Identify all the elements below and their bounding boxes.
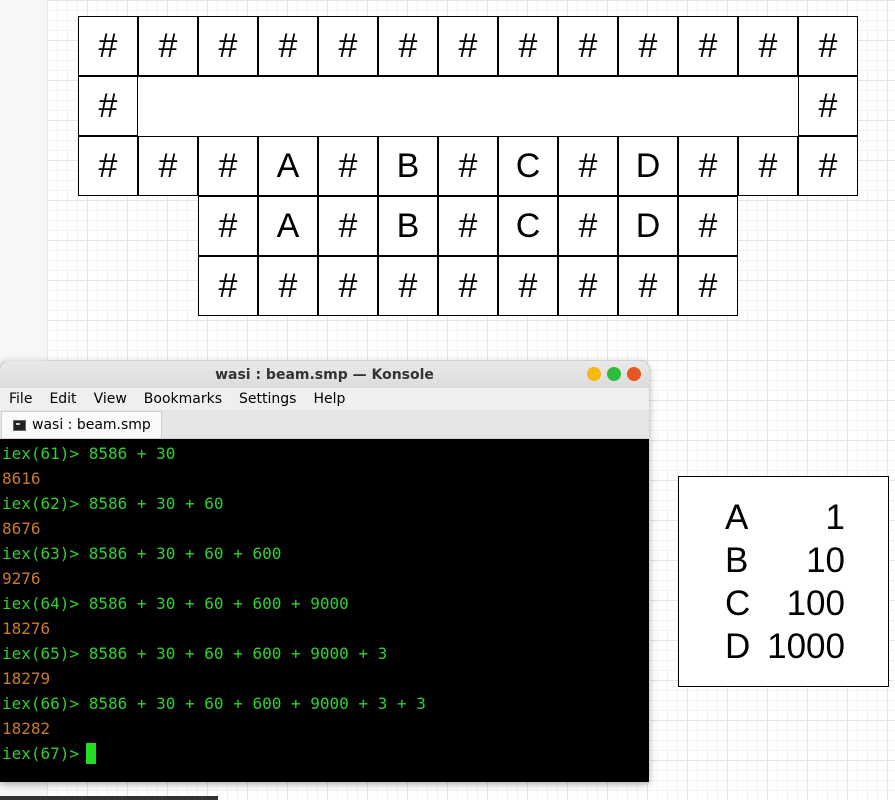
grid-cell: # [738, 16, 798, 76]
grid-cell: # [678, 136, 738, 196]
terminal-result-line: 8616 [2, 469, 41, 488]
menu-view[interactable]: View [85, 391, 135, 407]
grid-cell: # [438, 256, 498, 316]
grid-cell: # [498, 16, 558, 76]
legend-value: 1 [825, 498, 845, 537]
grid-cell: # [378, 16, 438, 76]
tab-label: wasi : beam.smp [32, 417, 151, 433]
grid-cell: # [678, 16, 738, 76]
grid-cell: # [318, 196, 378, 256]
terminal-icon [13, 419, 26, 431]
grid-cell: # [438, 136, 498, 196]
grid-cell: # [558, 256, 618, 316]
grid-cell: # [138, 16, 198, 76]
grid-cell: # [78, 76, 138, 136]
text-cursor [86, 743, 97, 764]
legend-value: 100 [786, 584, 845, 623]
terminal-current-line[interactable]: iex(67)> [2, 741, 97, 766]
grid-cell: # [678, 196, 738, 256]
grid-cell: # [198, 16, 258, 76]
konsole-window[interactable]: wasi : beam.smp — Konsole File Edit View… [0, 361, 649, 782]
taskbar-edge [0, 796, 218, 800]
current-prompt: iex(67)> [2, 744, 80, 763]
window-titlebar[interactable]: wasi : beam.smp — Konsole [0, 361, 649, 388]
legend-letter: B [725, 541, 749, 580]
menu-bar: File Edit View Bookmarks Settings Help [0, 388, 649, 410]
grid-cell: C [498, 196, 558, 256]
legend-letter: D [725, 627, 751, 666]
close-button[interactable] [627, 367, 641, 381]
legend-row: D 1000 [725, 626, 845, 668]
grid-cell: # [258, 16, 318, 76]
maximize-button[interactable] [607, 367, 621, 381]
legend-letter: A [725, 498, 749, 537]
menu-help[interactable]: Help [304, 391, 353, 407]
grid-cell: # [78, 136, 138, 196]
grid-cell: A [258, 196, 318, 256]
grid-cell: # [738, 136, 798, 196]
menu-bookmarks[interactable]: Bookmarks [135, 391, 230, 407]
grid-cell: # [78, 16, 138, 76]
window-controls [587, 367, 641, 381]
terminal-prompt-line: iex(65)> 8586 + 30 + 60 + 600 + 9000 + 3 [2, 644, 388, 663]
legend-value: 10 [806, 541, 845, 580]
grid-cell: # [318, 136, 378, 196]
grid-cell: # [378, 256, 438, 316]
grid-cell: # [198, 136, 258, 196]
terminal-output[interactable]: iex(61)> 8586 + 30 8616 iex(62)> 8586 + … [0, 439, 649, 782]
grid-cell: # [438, 16, 498, 76]
minimize-button[interactable] [587, 367, 601, 381]
grid-cell: # [618, 16, 678, 76]
terminal-result-line: 18276 [2, 619, 51, 638]
grid-cell: C [498, 136, 558, 196]
legend-letter: C [725, 584, 751, 623]
legend-value: 1000 [767, 627, 845, 666]
terminal-prompt-line: iex(64)> 8586 + 30 + 60 + 600 + 9000 [2, 594, 349, 613]
grid-cell: # [558, 16, 618, 76]
grid-cell: # [198, 256, 258, 316]
menu-settings[interactable]: Settings [230, 391, 304, 407]
grid-cell: # [138, 136, 198, 196]
terminal-prompt-line: iex(62)> 8586 + 30 + 60 [2, 494, 224, 513]
legend-row: C 100 [725, 583, 845, 625]
grid-cell: # [798, 136, 858, 196]
terminal-prompt-line: iex(61)> 8586 + 30 [2, 444, 176, 463]
grid-cell: # [618, 256, 678, 316]
grid-cell: D [618, 196, 678, 256]
grid-cell: # [318, 256, 378, 316]
menu-edit[interactable]: Edit [40, 391, 84, 407]
grid-cell: # [798, 16, 858, 76]
tab-wasi-beam[interactable]: wasi : beam.smp [1, 411, 162, 438]
terminal-result-line: 9276 [2, 569, 41, 588]
grid-cell: B [378, 136, 438, 196]
legend-box: A 1 B 10 C 100 D 1000 [678, 476, 889, 687]
terminal-prompt-line: iex(63)> 8586 + 30 + 60 + 600 [2, 544, 282, 563]
grid-cell: # [678, 256, 738, 316]
grid-cell: # [198, 196, 258, 256]
grid-empty-span [138, 76, 799, 137]
terminal-prompt-line: iex(66)> 8586 + 30 + 60 + 600 + 9000 + 3… [2, 694, 426, 713]
grid-cell: # [258, 256, 318, 316]
grid-cell: B [378, 196, 438, 256]
grid-cell: # [438, 196, 498, 256]
tab-bar: wasi : beam.smp [0, 410, 649, 439]
grid-cell: # [498, 256, 558, 316]
terminal-result-line: 18282 [2, 719, 51, 738]
terminal-result-line: 18279 [2, 669, 51, 688]
grid-cell: # [318, 16, 378, 76]
menu-file[interactable]: File [0, 391, 40, 407]
grid-cell: D [618, 136, 678, 196]
legend-row: B 10 [725, 540, 845, 582]
grid-cell: # [798, 76, 858, 136]
grid-cell: # [558, 196, 618, 256]
grid-cell: # [558, 136, 618, 196]
terminal-result-line: 8676 [2, 519, 41, 538]
legend-row: A 1 [725, 497, 845, 539]
window-title: wasi : beam.smp — Konsole [215, 366, 434, 383]
grid-cell: A [258, 136, 318, 196]
